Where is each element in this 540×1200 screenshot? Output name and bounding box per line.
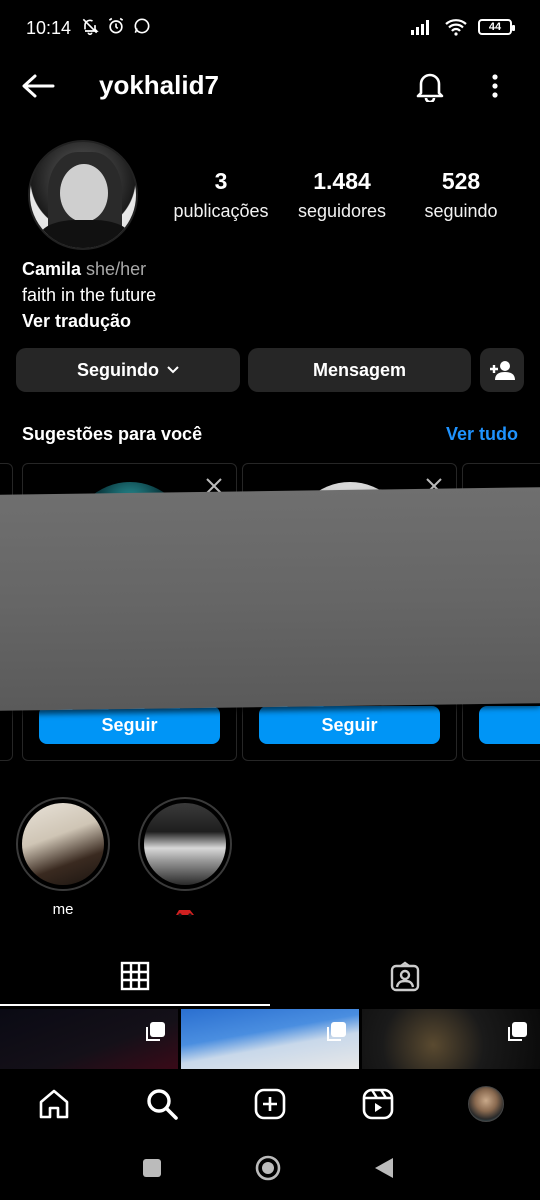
search-icon — [147, 1089, 178, 1120]
circle-icon — [255, 1155, 281, 1181]
highlight-ring — [138, 797, 232, 891]
nav-create[interactable] — [248, 1082, 292, 1126]
add-post-icon — [254, 1088, 286, 1120]
bio-pronouns: she/her — [86, 259, 147, 279]
multiple-images-icon — [146, 1022, 165, 1041]
bio-name: Camila — [22, 259, 82, 279]
gray-occluding-overlay — [0, 487, 540, 711]
follow-button[interactable]: Seguir — [39, 706, 220, 744]
home-button[interactable] — [250, 1150, 286, 1186]
message-button[interactable]: Mensagem — [248, 348, 471, 392]
avatar-shirt — [40, 220, 130, 248]
posts-grid — [0, 1009, 540, 1069]
post-thumbnail[interactable] — [181, 1009, 359, 1069]
chevron-down-icon — [167, 366, 179, 374]
home-icon — [39, 1089, 69, 1119]
multiple-images-icon — [327, 1022, 346, 1041]
alarm-icon — [108, 17, 124, 34]
mute-icon — [82, 18, 99, 36]
follow-button[interactable]: Seguir — [259, 706, 440, 744]
highlight-ring — [16, 797, 110, 891]
suggestions-title: Sugestões para você — [22, 424, 203, 444]
stat-posts-label: publicações — [173, 201, 269, 221]
add-person-icon — [490, 361, 515, 380]
signal-icon — [411, 20, 429, 35]
status-notification-icons — [80, 16, 152, 36]
square-icon — [143, 1159, 161, 1177]
whatsapp-icon — [134, 18, 150, 34]
highlight-caption: me — [52, 901, 74, 918]
status-bar: 10:14 44 — [0, 0, 540, 56]
reels-icon — [362, 1088, 394, 1120]
multiple-images-icon — [508, 1022, 527, 1041]
profile-username: yokhalid7 — [99, 70, 219, 100]
bio-text: faith in the future — [22, 285, 157, 305]
see-all-link[interactable]: Ver tudo — [446, 424, 518, 445]
bio-name-line: Camila she/her — [22, 256, 156, 282]
battery-level: 44 — [488, 21, 502, 33]
triangle-back-icon — [375, 1158, 393, 1178]
post-thumbnail[interactable] — [0, 1009, 178, 1069]
back-button[interactable] — [20, 70, 56, 102]
nav-search[interactable] — [140, 1082, 184, 1126]
story-highlights: me — [16, 797, 316, 918]
highlight-image — [22, 803, 104, 885]
stat-posts-value: 3 — [214, 168, 228, 194]
stat-followers-label: seguidores — [297, 201, 387, 221]
highlight-item[interactable]: me — [16, 797, 110, 918]
stat-followers[interactable]: 1.484 seguidores — [292, 168, 392, 222]
recents-button[interactable] — [134, 1150, 170, 1186]
notifications-button[interactable] — [410, 68, 450, 104]
following-button[interactable]: Seguindo — [16, 348, 240, 392]
bottom-navigation — [0, 1070, 540, 1136]
post-thumbnail[interactable] — [362, 1009, 540, 1069]
highlight-image — [144, 803, 226, 885]
avatar-face — [60, 164, 108, 222]
suggest-users-button[interactable] — [480, 348, 524, 392]
profile-content-tabs — [0, 948, 540, 1006]
stat-followers-value: 1.484 — [313, 168, 371, 194]
nav-profile[interactable] — [464, 1082, 508, 1126]
stat-posts[interactable]: 3 publicações — [168, 168, 274, 222]
profile-action-buttons: Seguindo Mensagem — [16, 348, 524, 392]
grid-icon — [120, 961, 150, 991]
profile-avatar-icon — [468, 1086, 504, 1122]
nav-reels[interactable] — [356, 1082, 400, 1126]
tab-tagged[interactable] — [270, 948, 540, 1006]
following-label: Seguindo — [77, 359, 159, 380]
highlight-item[interactable] — [138, 797, 232, 917]
arrow-left-icon — [22, 74, 55, 98]
suggestions-header: Sugestões para você Ver tudo — [22, 424, 518, 448]
tagged-person-icon — [390, 961, 420, 992]
message-label: Mensagem — [312, 359, 407, 380]
back-nav-button[interactable] — [366, 1150, 402, 1186]
see-translation-link[interactable]: Ver tradução — [22, 308, 156, 334]
more-vertical-icon — [492, 74, 498, 98]
tab-posts-grid[interactable] — [0, 948, 270, 1006]
nav-home[interactable] — [32, 1082, 76, 1126]
bell-icon — [416, 73, 444, 102]
status-time: 10:14 — [26, 18, 72, 38]
profile-avatar[interactable] — [28, 140, 138, 250]
stat-following-label: seguindo — [424, 201, 498, 221]
follow-button[interactable]: Seguir — [479, 706, 540, 744]
red-car-emoji-icon — [176, 910, 194, 917]
battery-icon: 44 — [478, 19, 515, 35]
more-options-button[interactable] — [480, 68, 510, 104]
status-system-icons: 44 — [410, 18, 515, 36]
profile-top-bar: yokhalid7 — [0, 56, 540, 116]
stat-following-value: 528 — [441, 168, 481, 194]
profile-bio: Camila she/her faith in the future Ver t… — [22, 256, 156, 334]
wifi-icon — [445, 19, 467, 36]
system-navigation-bar — [0, 1136, 540, 1200]
stat-following[interactable]: 528 seguindo — [414, 168, 508, 222]
